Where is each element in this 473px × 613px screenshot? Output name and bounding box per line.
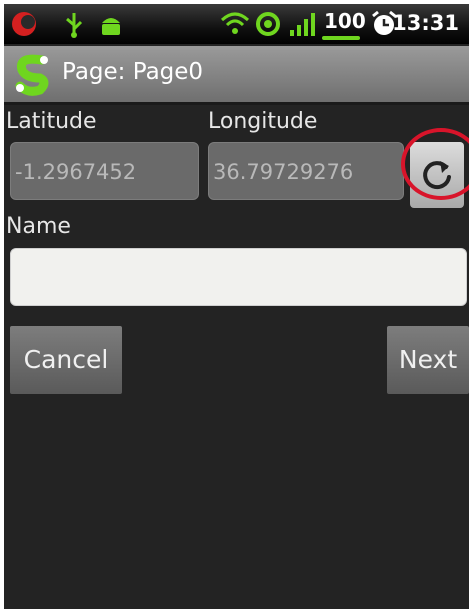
notification-icon (10, 10, 40, 42)
status-time: 13:31 (392, 11, 459, 35)
name-label: Name (6, 214, 71, 239)
name-input[interactable] (10, 248, 467, 306)
latitude-field[interactable]: -1.2967452 (10, 142, 199, 200)
page-title: Page: Page0 (62, 59, 204, 85)
sync-icon (255, 11, 281, 41)
app-logo-icon (12, 52, 54, 100)
signal-icon (288, 12, 318, 42)
next-button[interactable]: Next (387, 326, 469, 394)
usb-icon (62, 11, 86, 43)
longitude-field[interactable]: 36.79729276 (208, 142, 404, 200)
battery-level: 100 (324, 9, 366, 33)
longitude-label: Longitude (208, 109, 318, 134)
wifi-icon (220, 10, 250, 40)
cancel-button[interactable]: Cancel (10, 326, 122, 394)
refresh-location-button[interactable] (410, 142, 464, 208)
latitude-label: Latitude (6, 109, 97, 134)
title-bar: Page: Page0 (4, 46, 469, 105)
battery-icon (322, 36, 360, 40)
status-bar: 100 13:31 (4, 4, 469, 44)
android-debug-icon (98, 13, 124, 41)
device-screen: 100 13:31 Page: Page0 Latitude -1.296745… (4, 4, 469, 609)
